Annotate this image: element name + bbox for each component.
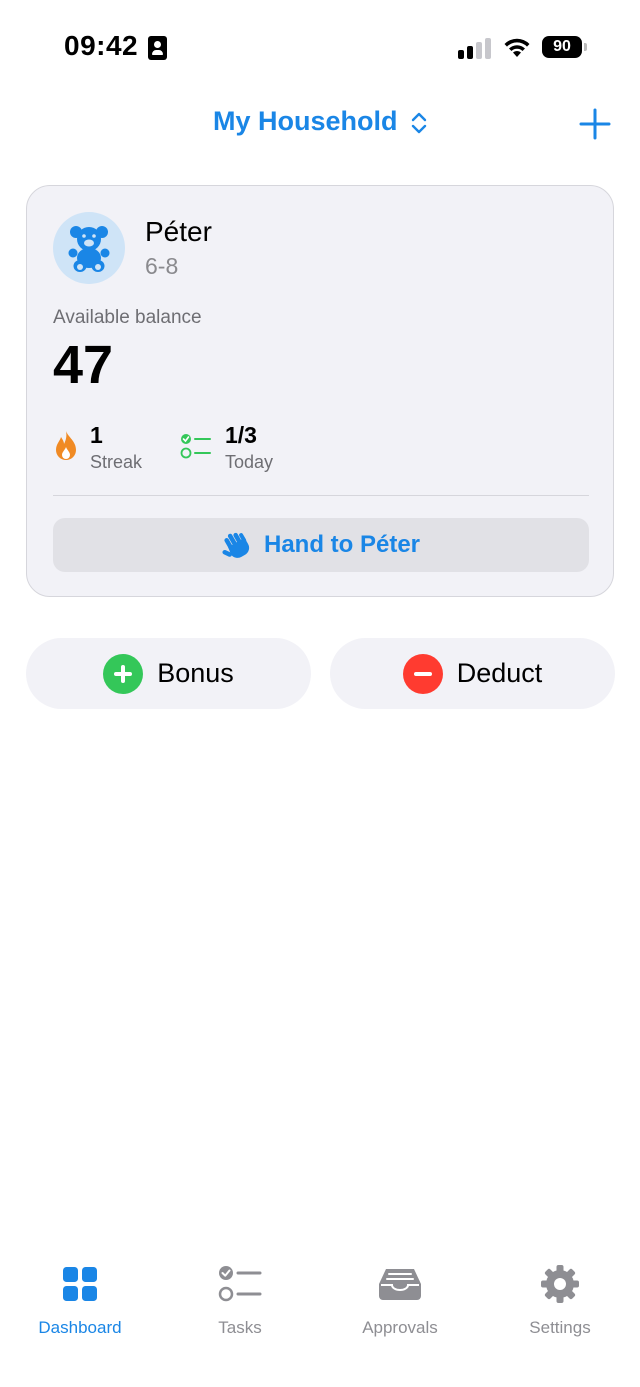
tab-bar: Dashboard Tasks Approvals Settings [0, 1250, 640, 1387]
wifi-icon [504, 38, 530, 57]
streak-label: Streak [90, 452, 143, 472]
tray-icon [379, 1269, 421, 1300]
today-value: 1/3 [225, 422, 257, 448]
deduct-button[interactable]: Deduct [330, 638, 615, 709]
household-switcher[interactable]: My Household [0, 106, 640, 137]
balance-label: Available balance [53, 307, 202, 328]
tab-label: Settings [529, 1318, 591, 1337]
grid-icon [63, 1267, 97, 1301]
plus-circle-icon [103, 653, 144, 694]
tab-label: Dashboard [38, 1318, 122, 1337]
tab-tasks[interactable]: Tasks [160, 1262, 320, 1338]
bonus-button[interactable]: Bonus [26, 638, 311, 709]
add-button[interactable] [578, 107, 612, 141]
checklist-icon [180, 434, 211, 459]
avatar [53, 212, 125, 284]
minus-circle-icon [402, 653, 443, 694]
tab-label: Approvals [362, 1318, 438, 1337]
hand-to-child-button[interactable]: Hand to Péter [53, 518, 589, 572]
tab-dashboard[interactable]: Dashboard [0, 1262, 160, 1338]
child-name: Péter [145, 216, 212, 247]
tab-settings[interactable]: Settings [480, 1262, 640, 1338]
today-label: Today [225, 452, 274, 472]
flame-icon [56, 431, 76, 460]
cellular-signal-icon [458, 37, 492, 59]
hand-button-label: Hand to Péter [263, 531, 421, 558]
status-bar: 09:42 90 [0, 0, 640, 90]
balance-value: 47 [53, 335, 114, 395]
status-time: 09:42 [64, 30, 139, 61]
teddy-bear-icon [68, 226, 110, 272]
household-title: My Household [212, 106, 398, 136]
gear-icon [541, 1265, 579, 1303]
tab-approvals[interactable]: Approvals [320, 1262, 480, 1338]
bonus-label: Bonus [157, 658, 234, 688]
card-divider [53, 495, 589, 496]
checklist-icon [218, 1266, 262, 1302]
child-age-range: 6-8 [145, 253, 179, 279]
chevron-up-down-icon [411, 112, 427, 134]
deduct-label: Deduct [456, 658, 543, 688]
battery-cap [584, 43, 587, 51]
child-card: Péter 6-8 Available balance 47 1 Streak … [26, 185, 614, 597]
streak-value: 1 [90, 422, 103, 448]
tab-label: Tasks [218, 1318, 262, 1337]
waving-hand-icon [222, 532, 250, 558]
contact-card-icon [148, 36, 167, 60]
battery-indicator: 90 [542, 36, 582, 58]
